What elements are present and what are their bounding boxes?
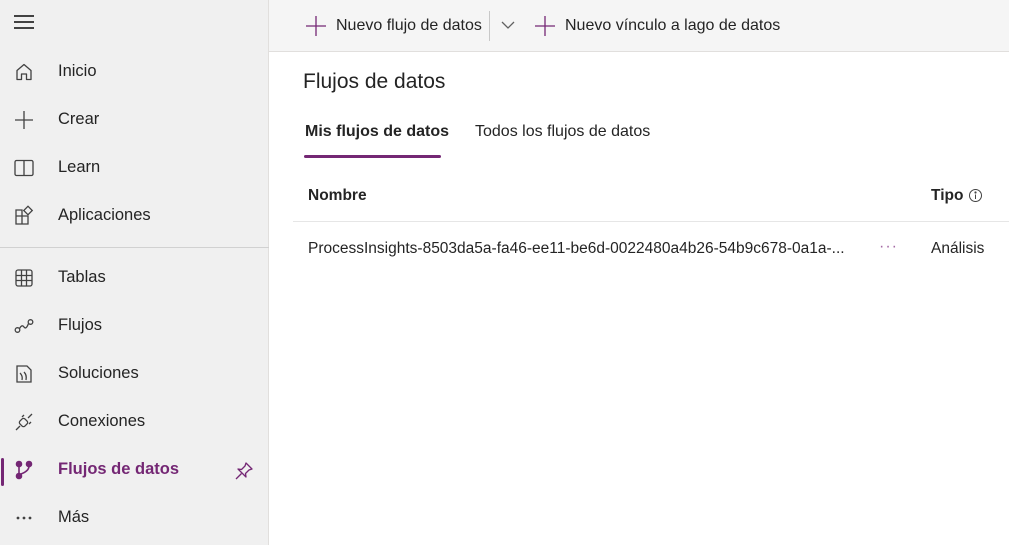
plus-icon — [306, 16, 326, 36]
sidebar-item-flujos-de-datos[interactable]: Flujos de datos — [0, 450, 269, 490]
toolbar-separator — [489, 11, 490, 41]
apps-icon — [13, 205, 35, 227]
sidebar-item-learn[interactable]: Learn — [0, 148, 269, 188]
page-title: Flujos de datos — [303, 70, 446, 93]
active-tab-indicator — [304, 155, 441, 158]
sidebar-item-conexiones[interactable]: Conexiones — [0, 402, 269, 442]
sidebar-item-label: Crear — [58, 110, 100, 128]
dataflow-type-cell: Análisis — [931, 240, 985, 257]
table-icon — [13, 267, 35, 289]
more-options-icon[interactable]: ··· — [879, 238, 898, 256]
home-icon — [13, 61, 35, 83]
table-header-divider — [293, 221, 1009, 222]
sidebar-item-label: Conexiones — [58, 412, 146, 430]
new-datalake-link-button[interactable]: Nuevo vínculo a lago de datos — [534, 12, 780, 40]
sidebar-item-crear[interactable]: Crear — [0, 100, 269, 140]
plus-icon — [13, 109, 35, 131]
sidebar-divider — [0, 247, 269, 248]
sidebar-item-soluciones[interactable]: Soluciones — [0, 354, 269, 394]
sidebar-item-label: Aplicaciones — [58, 206, 151, 224]
dataflow-icon — [13, 459, 35, 481]
info-icon[interactable] — [968, 188, 983, 203]
pin-icon[interactable] — [233, 460, 255, 482]
column-header-name[interactable]: Nombre — [308, 187, 367, 205]
sidebar-item-label: Inicio — [58, 62, 97, 80]
sidebar-item-label: Flujos — [58, 316, 103, 334]
sidebar-item-mas[interactable]: Más — [0, 498, 269, 538]
new-dataflow-label: Nuevo flujo de datos — [336, 17, 482, 34]
sidebar-item-inicio[interactable]: Inicio — [0, 52, 269, 92]
flow-icon — [13, 315, 35, 337]
sidebar-item-label: Más — [58, 508, 90, 526]
tab-all-dataflows[interactable]: Todos los flujos de datos — [475, 123, 650, 141]
more-icon — [13, 507, 35, 529]
hamburger-menu-icon[interactable] — [14, 14, 34, 30]
sidebar-item-tablas[interactable]: Tablas — [0, 258, 269, 298]
sidebar-item-label: Tablas — [58, 268, 106, 286]
plus-icon — [535, 16, 555, 36]
sidebar-item-label: Learn — [58, 158, 101, 176]
dataflow-name-cell[interactable]: ProcessInsights-8503da5a-fa46-ee11-be6d-… — [308, 240, 845, 258]
sidebar-item-aplicaciones[interactable]: Aplicaciones — [0, 196, 269, 236]
sidebar-item-flujos[interactable]: Flujos — [0, 306, 269, 346]
chevron-down-icon[interactable] — [497, 14, 519, 36]
solutions-icon — [13, 363, 35, 385]
connection-icon — [13, 411, 35, 433]
book-icon — [13, 157, 35, 179]
sidebar-item-label: Flujos de datos — [58, 460, 180, 478]
column-header-type[interactable]: Tipo — [931, 187, 963, 205]
left-navigation: Inicio Crear Learn Aplicaciones Tablas F… — [0, 0, 269, 545]
tab-my-dataflows[interactable]: Mis flujos de datos — [305, 123, 449, 141]
new-dataflow-button[interactable]: Nuevo flujo de datos — [305, 12, 482, 40]
new-datalake-link-label: Nuevo vínculo a lago de datos — [565, 17, 781, 34]
sidebar-item-label: Soluciones — [58, 364, 139, 382]
